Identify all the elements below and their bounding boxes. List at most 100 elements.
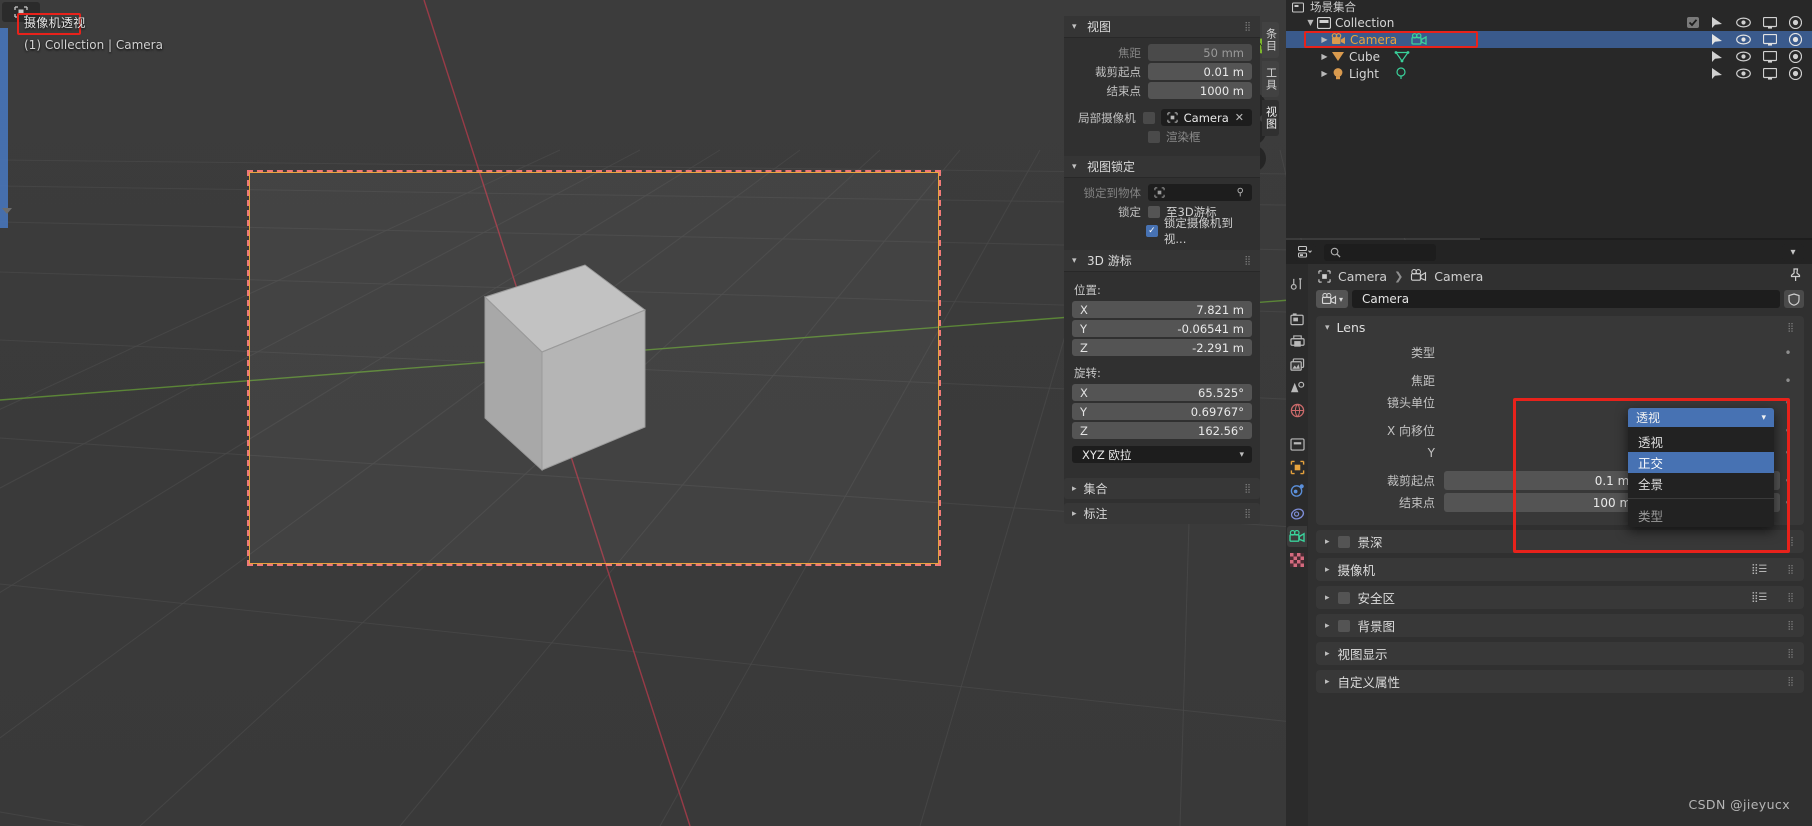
camera-type-dropdown-button[interactable]: 透视 ▾ — [1628, 408, 1774, 427]
outliner-row-cube[interactable]: ▶ Cube — [1286, 48, 1812, 65]
local-camera-field[interactable]: Camera ✕ — [1160, 109, 1252, 126]
fake-user-button[interactable] — [1784, 290, 1804, 308]
properties-tab-column[interactable] — [1286, 264, 1308, 826]
clip-end-field[interactable]: 1000 m — [1148, 82, 1252, 99]
chevron-right-icon: ▸ — [1072, 508, 1077, 519]
sidebar-section-view-lock-header[interactable]: ▾ 视图锁定 — [1064, 156, 1260, 178]
sidebar-tab-view[interactable]: 视图 — [1262, 100, 1279, 136]
outliner-row-collection[interactable]: ▼ Collection — [1286, 14, 1812, 31]
camera-datablock-name-field[interactable]: Camera — [1352, 290, 1780, 308]
properties-tab-scene[interactable] — [1287, 377, 1307, 398]
expand-triangle-icon[interactable]: ▶ — [1318, 69, 1331, 78]
animate-property-dot[interactable]: • — [1780, 346, 1796, 360]
properties-editor-type-button[interactable] — [1294, 243, 1316, 261]
expand-triangle-icon[interactable]: ▶ — [1318, 35, 1331, 44]
cursor-select-icon — [1712, 16, 1722, 28]
sidebar-tab-strip[interactable]: 条目 工具 视图 — [1262, 22, 1279, 136]
panel-depth-of-field[interactable]: ▸ 景深 ⣿ — [1316, 530, 1804, 553]
lens-panel-header[interactable]: ▾ Lens ⣿ — [1316, 316, 1804, 339]
cursor-select-icon — [1712, 50, 1722, 62]
properties-tab-object-data-camera[interactable] — [1287, 526, 1307, 547]
properties-editor[interactable]: ▾ Camera ❯ Camera ▾ Camera ▾ Lens ⣿ 类型 •… — [1286, 240, 1812, 826]
animate-property-dot[interactable]: • — [1780, 374, 1796, 388]
animate-property-dot[interactable]: • — [1780, 424, 1796, 438]
properties-tab-tool[interactable] — [1287, 274, 1307, 295]
expand-triangle-icon[interactable]: ▶ — [1318, 52, 1331, 61]
camera-type-option-orthographic[interactable]: 正交 — [1628, 452, 1774, 473]
chevron-down-icon: ▾ — [1790, 246, 1796, 258]
camera-type-option-perspective[interactable]: 透视 — [1628, 431, 1774, 452]
panel-safe-areas[interactable]: ▸ 安全区 ⣿☰ ⣿ — [1316, 586, 1804, 609]
cursor-location-y-field[interactable]: Y -0.06541 m — [1072, 320, 1252, 337]
camera-type-option-list[interactable]: 透视 正交 全景 类型 — [1628, 427, 1774, 527]
clip-end-label: 结束点 — [1106, 83, 1142, 98]
outliner-row-toggles[interactable] — [1687, 16, 1802, 29]
panel-custom-properties-label: 自定义属性 — [1337, 675, 1401, 690]
outliner-row-toggles[interactable] — [1711, 50, 1802, 63]
outliner-editor[interactable]: 场景集合 ▼ Collection ▶ Camera ▶ Cube ▶ Ligh… — [1286, 0, 1812, 238]
preset-list-icon[interactable]: ⣿☰ — [1751, 592, 1767, 603]
lock-camera-to-view-checkbox[interactable]: ✓ — [1145, 224, 1158, 237]
camera-type-dropdown[interactable]: 透视 ▾ 透视 正交 全景 类型 — [1628, 408, 1774, 527]
outliner-row-camera[interactable]: ▶ Camera — [1286, 31, 1812, 48]
focal-length-field[interactable]: 50 mm — [1148, 44, 1252, 61]
cube-object[interactable] — [470, 255, 670, 484]
cursor-rotation-z-row: Z 162.56° — [1072, 422, 1252, 439]
panel-custom-properties[interactable]: ▸ 自定义属性 ⣿ — [1316, 670, 1804, 693]
clip-start-field[interactable]: 0.01 m — [1148, 63, 1252, 80]
toolbar-expand-arrow[interactable] — [2, 208, 12, 214]
outliner-row-light[interactable]: ▶ Light — [1286, 65, 1812, 82]
sidebar-section-3d-cursor-header[interactable]: ▾ 3D 游标 ⣿ — [1064, 250, 1260, 272]
animate-property-dot[interactable]: • — [1780, 474, 1796, 488]
panel-background-images[interactable]: ▸ 背景图 ⣿ — [1316, 614, 1804, 637]
properties-tab-render[interactable] — [1287, 308, 1307, 329]
breadcrumb-camera-data[interactable]: Camera — [1434, 269, 1483, 284]
pin-icon[interactable] — [1789, 267, 1802, 285]
eyedropper-icon[interactable]: ⚲ — [1237, 187, 1244, 198]
properties-search-input[interactable] — [1324, 243, 1436, 261]
depth-of-field-checkbox[interactable] — [1337, 535, 1350, 548]
close-icon[interactable]: ✕ — [1235, 111, 1244, 124]
animate-property-dot[interactable]: • — [1780, 396, 1796, 410]
preset-list-icon[interactable]: ⣿☰ — [1751, 564, 1767, 575]
breadcrumb-object[interactable]: Camera — [1338, 269, 1387, 284]
properties-tab-collection[interactable] — [1287, 434, 1307, 455]
sidebar-section-annotations[interactable]: ▸ 标注 ⣿ — [1064, 503, 1260, 524]
properties-tab-world[interactable] — [1287, 400, 1307, 421]
cursor-rotation-y-field[interactable]: Y 0.69767° — [1072, 403, 1252, 420]
drag-dots-icon: ⣿ — [1244, 21, 1252, 32]
cursor-location-z-field[interactable]: Z -2.291 m — [1072, 339, 1252, 356]
outliner-row-toggles[interactable] — [1711, 67, 1802, 80]
outliner-row-toggles[interactable] — [1711, 33, 1802, 46]
properties-tab-output[interactable] — [1287, 331, 1307, 352]
properties-tab-view-layer[interactable] — [1287, 354, 1307, 375]
expand-triangle-icon[interactable]: ▼ — [1304, 18, 1317, 27]
local-camera-toggle[interactable] — [1142, 111, 1155, 124]
properties-filter-dropdown[interactable]: ▾ — [1782, 243, 1804, 261]
panel-viewport-display[interactable]: ▸ 视图显示 ⣿ — [1316, 642, 1804, 665]
datablock-type-dropdown[interactable]: ▾ — [1316, 290, 1348, 308]
sidebar-section-view-header[interactable]: ▾ 视图 ⣿ — [1064, 16, 1260, 38]
lock-to-object-field[interactable]: ⚲ — [1148, 184, 1252, 201]
toolbar-edge[interactable] — [0, 28, 8, 228]
sidebar-section-collection[interactable]: ▸ 集合 ⣿ — [1064, 478, 1260, 499]
panel-camera[interactable]: ▸ 摄像机 ⣿☰ ⣿ — [1316, 558, 1804, 581]
background-images-checkbox[interactable] — [1337, 619, 1350, 632]
properties-tab-texture[interactable] — [1287, 549, 1307, 570]
chevron-down-icon: ▾ — [1338, 294, 1343, 304]
sidebar-tab-item[interactable]: 条目 — [1262, 22, 1279, 58]
cursor-location-x-field[interactable]: X 7.821 m — [1072, 301, 1252, 318]
rotation-mode-dropdown[interactable]: XYZ 欧拉 ▾ — [1072, 446, 1252, 463]
animate-property-dot[interactable]: • — [1780, 496, 1796, 510]
animate-property-dot[interactable]: • — [1780, 446, 1796, 460]
sidebar-tab-tool[interactable]: 工具 — [1262, 61, 1279, 97]
properties-tab-object[interactable] — [1287, 457, 1307, 478]
render-region-checkbox[interactable] — [1148, 130, 1160, 143]
properties-tab-physics[interactable] — [1287, 480, 1307, 501]
properties-tab-constraints[interactable] — [1287, 503, 1307, 524]
camera-type-option-panoramic[interactable]: 全景 — [1628, 473, 1774, 494]
checkbox-icon — [1687, 17, 1699, 28]
safe-areas-checkbox[interactable] — [1337, 591, 1350, 604]
cursor-rotation-x-field[interactable]: X 65.525° — [1072, 384, 1252, 401]
cursor-rotation-z-field[interactable]: Z 162.56° — [1072, 422, 1252, 439]
